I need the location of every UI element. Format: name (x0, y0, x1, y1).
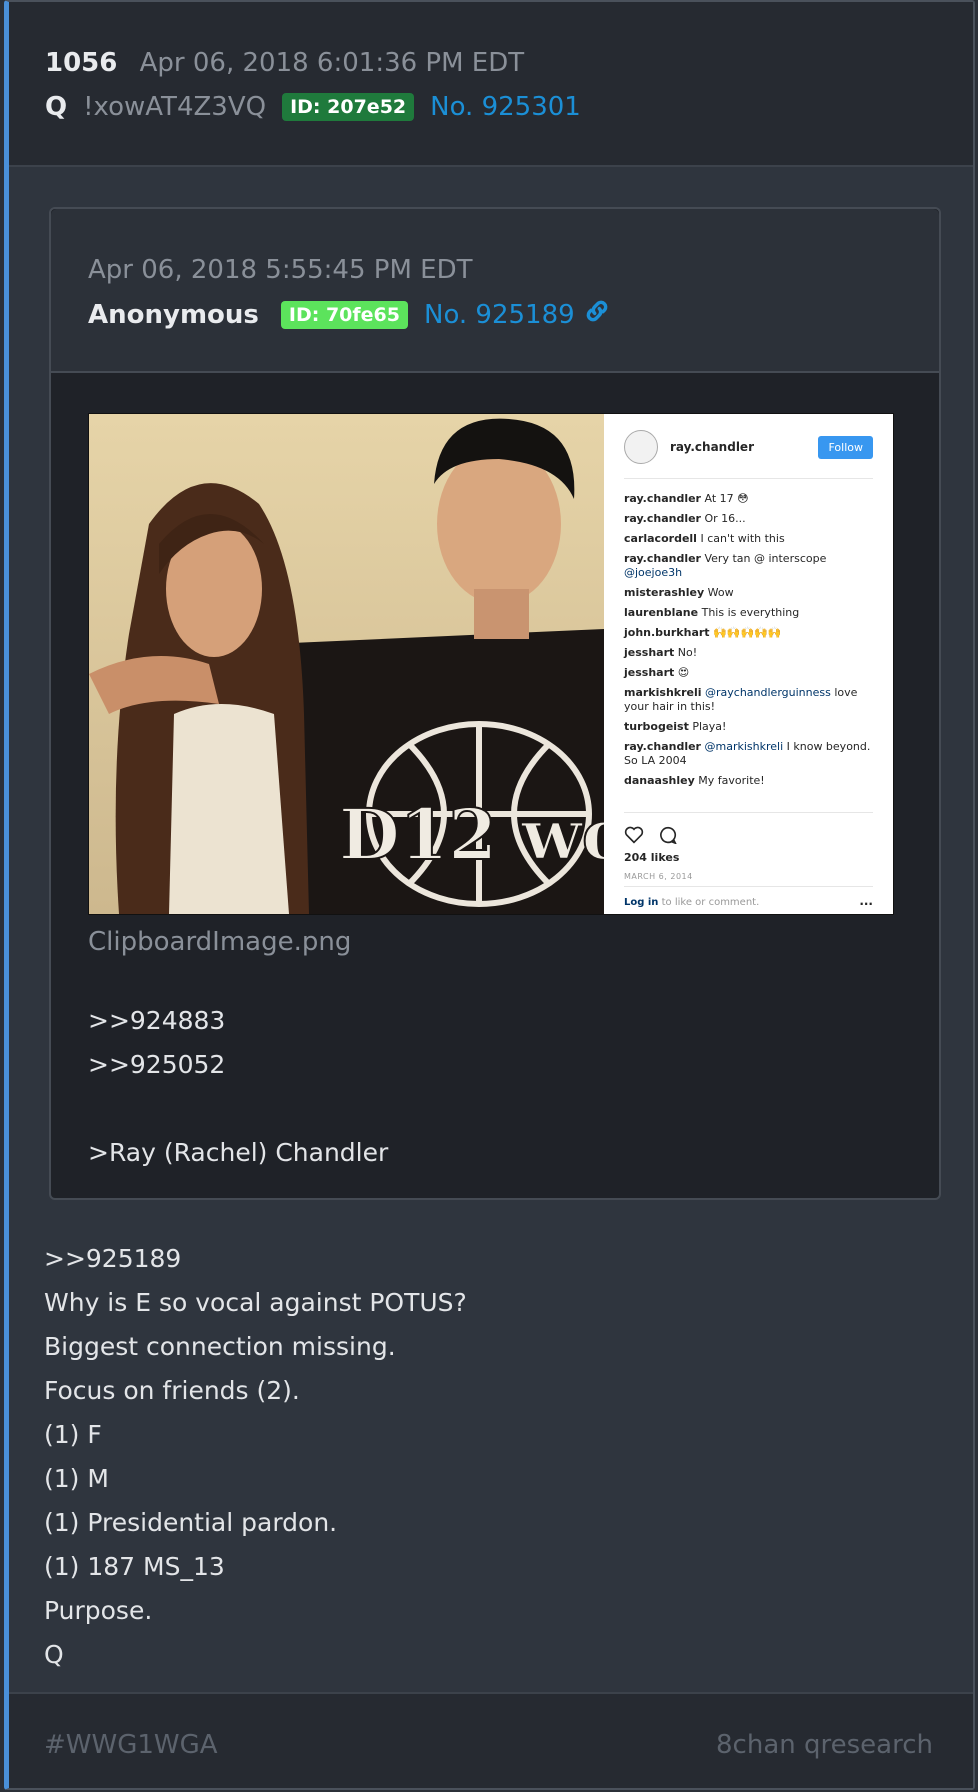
ig-comment-text: Very tan @ interscope (704, 552, 827, 565)
quoted-post-header: Apr 06, 2018 5:55:45 PM EDT Anonymous ID… (51, 209, 939, 373)
quoted-post-body: >>924883 >>925052 >Ray (Rachel) Chandler (88, 999, 388, 1175)
ig-comment: misterashley Wow (624, 586, 874, 600)
ig-comment-user: turbogeist (624, 720, 689, 733)
quoted-line: >Ray (Rachel) Chandler (88, 1138, 389, 1167)
ig-comment-user: john.burkhart (624, 626, 710, 639)
post-header: 1056 Apr 06, 2018 6:01:36 PM EDT Q !xowA… (9, 2, 973, 167)
post-date: Apr 06, 2018 6:01:36 PM EDT (139, 48, 525, 78)
ig-comment: ray.chandler @markishkreli I know beyond… (624, 740, 874, 768)
attached-image[interactable]: D12 world ray.chandler Follow ray.chandl… (88, 413, 894, 915)
post-number: 1056 (45, 48, 118, 78)
ig-comment-mention: @joejoe3h (624, 566, 683, 579)
ig-likes: 204 likes (624, 851, 680, 864)
ig-comment-text: My favorite! (698, 774, 765, 787)
ig-divider (624, 478, 873, 479)
ig-username: ray.chandler (670, 440, 754, 454)
body-line: Focus on friends (2). (44, 1376, 300, 1405)
ig-comment-user: danaashley (624, 774, 695, 787)
quoted-line (88, 1087, 388, 1131)
ig-comment: carlacordell I can't with this (624, 532, 874, 546)
ig-divider (624, 812, 873, 813)
body-line: Q (44, 1640, 64, 1669)
comment-icon (658, 826, 678, 848)
ig-comment-user: misterashley (624, 586, 705, 599)
body-line[interactable]: >>925189 (44, 1237, 467, 1281)
ig-comment-user: laurenblane (624, 606, 699, 619)
ig-comment-user: ray.chandler (624, 740, 701, 753)
ig-comment: ray.chandler Very tan @ interscope @joej… (624, 552, 874, 580)
ig-comments: ray.chandler At 17 😳 ray.chandler Or 16.… (624, 492, 874, 794)
ig-comment-user: markishkreli (624, 686, 702, 699)
post-number-link[interactable]: No. 925301 (430, 92, 581, 122)
tripcode: !xowAT4Z3VQ (83, 92, 267, 122)
ig-comment: turbogeist Playa! (624, 720, 874, 734)
ig-comment-text: No! (677, 646, 698, 659)
body-line: (1) Presidential pardon. (44, 1508, 338, 1537)
post-body: >>925189 Why is E so vocal against POTUS… (44, 1237, 467, 1677)
quoted-post-date: Apr 06, 2018 5:55:45 PM EDT (88, 255, 473, 285)
ig-comment-text: 🙌🙌🙌🙌🙌 (713, 626, 782, 639)
poster-id-badge: ID: 207e52 (282, 93, 415, 121)
ig-comment: ray.chandler At 17 😳 (624, 492, 874, 506)
ig-comment: jesshart No! (624, 646, 874, 660)
quoted-line[interactable]: >>924883 (88, 999, 388, 1043)
ig-comment-text: Or 16... (704, 512, 746, 525)
shirt-text: D12 world (339, 793, 604, 876)
body-line: Purpose. (44, 1596, 153, 1625)
ig-comment-text: At 17 😳 (704, 492, 749, 505)
link-icon[interactable] (583, 297, 611, 332)
ig-comment-user: carlacordell (624, 532, 697, 545)
body-line: (1) 187 MS_13 (44, 1552, 225, 1581)
ig-avatar (624, 430, 658, 464)
poster-name: Q (45, 92, 68, 122)
ig-divider (624, 886, 873, 887)
ig-comment: danaashley My favorite! (624, 774, 874, 788)
image-filename[interactable]: ClipboardImage.png (88, 927, 351, 957)
ig-comment-text: Playa! (692, 720, 727, 733)
source-label: 8chan qresearch (716, 1730, 933, 1760)
hashtag: #WWG1WGA (44, 1730, 218, 1760)
body-line: Biggest connection missing. (44, 1332, 396, 1361)
ig-comment: john.burkhart 🙌🙌🙌🙌🙌 (624, 626, 874, 640)
ig-comment-user: jesshart (624, 666, 675, 679)
ig-comment-text: This is everything (701, 606, 800, 619)
quoted-post-number-link[interactable]: No. 925189 (424, 300, 575, 330)
ig-date: MARCH 6, 2014 (624, 872, 693, 881)
ig-follow-button: Follow (818, 436, 873, 459)
ig-comment: jesshart 😍 (624, 666, 874, 680)
more-options-icon: ... (859, 894, 873, 908)
quoted-id-badge: ID: 70fe65 (280, 300, 408, 329)
quoted-line[interactable]: >>925052 (88, 1043, 388, 1087)
body-line: (1) F (44, 1420, 102, 1449)
post-footer: #WWG1WGA 8chan qresearch (9, 1692, 973, 1788)
ig-comment-user: ray.chandler (624, 492, 701, 505)
quoted-post: Apr 06, 2018 5:55:45 PM EDT Anonymous ID… (49, 207, 941, 1200)
ig-comment-user: jesshart (624, 646, 675, 659)
ig-comment-mention: @markishkreli (704, 740, 784, 753)
ig-comment-user: ray.chandler (624, 552, 701, 565)
ig-comment: ray.chandler Or 16... (624, 512, 874, 526)
ig-comment-user: ray.chandler (624, 512, 701, 525)
body-line: (1) M (44, 1464, 109, 1493)
post-card: 1056 Apr 06, 2018 6:01:36 PM EDT Q !xowA… (4, 0, 975, 1790)
ig-comment: markishkreli @raychandlerguinness love y… (624, 686, 874, 714)
quoted-poster-name: Anonymous (88, 299, 259, 330)
ig-comment: laurenblane This is everything (624, 606, 874, 620)
ig-comment-mention: @raychandlerguinness (705, 686, 831, 699)
ig-login-text: to like or comment. (661, 897, 760, 908)
ig-comment-text: I can't with this (700, 532, 785, 545)
ig-comment-text: 😍 (677, 666, 690, 679)
ig-comment-text: Wow (707, 586, 734, 599)
body-line: Why is E so vocal against POTUS? (44, 1288, 467, 1317)
photo: D12 world (89, 414, 604, 914)
heart-icon (624, 826, 644, 848)
instagram-panel: ray.chandler Follow ray.chandler At 17 😳… (604, 414, 893, 914)
ig-login-link: Log in (624, 897, 659, 908)
